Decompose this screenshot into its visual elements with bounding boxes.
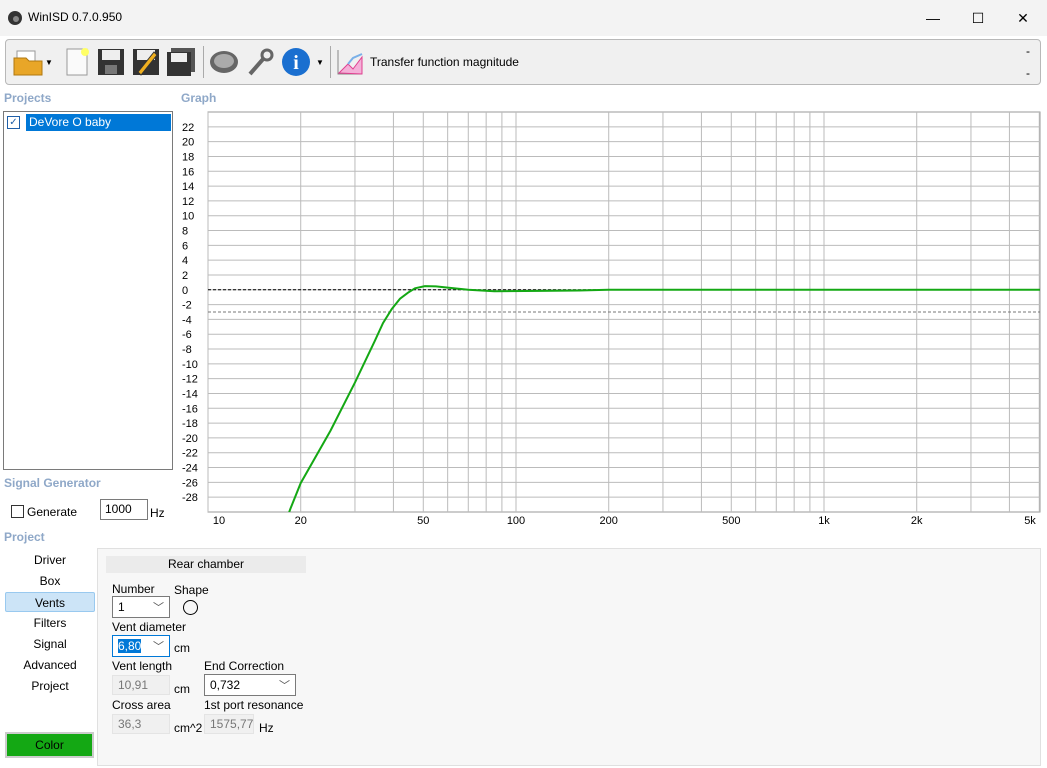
y-tick-label: 8 [182,226,188,238]
y-tick-label: 16 [182,166,194,178]
nav-vents[interactable]: Vents [5,592,95,612]
y-tick-label: 4 [182,255,188,267]
port-resonance-field: 1575,77 [204,714,254,734]
vents-panel: Rear chamber Number Shape 1 ﹀ Vent diamet… [97,548,1041,766]
y-tick-label: -14 [182,388,198,400]
chevron-down-icon: ﹀ [153,641,164,653]
number-value: 1 [118,600,125,614]
nav-advanced[interactable]: Advanced [5,655,95,675]
cross-area-label: Cross area [112,698,171,712]
x-tick-label: 5k [1024,515,1036,527]
number-label: Number [112,582,155,596]
y-tick-label: 18 [182,151,194,163]
x-tick-label: 1k [818,515,830,527]
x-tick-label: 100 [507,515,525,527]
nav-project[interactable]: Project [5,676,95,696]
y-tick-label: -20 [182,433,198,445]
shape-label: Shape [174,583,209,597]
vent-diameter-value[interactable]: 6,80 [118,639,142,653]
y-tick-label: -12 [182,374,198,386]
y-tick-label: -6 [182,329,192,341]
round-shape-icon[interactable] [183,600,198,615]
vent-length-field: 10,91 [112,675,170,695]
x-tick-label: 500 [722,515,740,527]
nav-box[interactable]: Box [5,571,95,591]
y-tick-label: 10 [182,211,194,223]
chevron-down-icon: ﹀ [279,680,290,692]
x-tick-label: 50 [417,515,429,527]
cross-area-unit: cm^2 [174,721,203,735]
y-tick-label: 12 [182,196,194,208]
x-tick-label: 10 [213,515,225,527]
number-select[interactable]: 1 ﹀ [112,596,170,618]
y-tick-label: 14 [182,181,194,193]
color-button[interactable]: Color [5,732,94,758]
y-tick-label: -2 [182,300,192,312]
vent-diameter-select[interactable]: 6,80 ﹀ [112,635,170,657]
cross-area-field: 36,3 [112,714,170,734]
length-unit: cm [174,682,190,696]
nav-driver[interactable]: Driver [5,550,95,570]
y-tick-label: 6 [182,240,188,252]
y-tick-label: 20 [182,137,194,149]
transfer-function-graph[interactable]: 2220181614121086420-2-4-6-8-10-12-14-16-… [0,0,1047,548]
y-tick-label: 2 [182,270,188,282]
y-tick-label: -22 [182,448,198,460]
port-resonance-label: 1st port resonance [204,698,304,712]
y-tick-label: 22 [182,122,194,134]
chevron-down-icon: ﹀ [153,602,164,614]
y-tick-label: -4 [182,314,192,326]
diameter-unit: cm [174,641,190,655]
nav-signal[interactable]: Signal [5,634,95,654]
y-tick-label: -18 [182,418,198,430]
y-tick-label: -24 [182,463,198,475]
x-tick-label: 200 [600,515,618,527]
vent-length-label: Vent length [112,659,173,673]
x-tick-label: 20 [295,515,307,527]
y-tick-label: -8 [182,344,192,356]
y-tick-label: -26 [182,477,198,489]
end-correction-value: 0,732 [210,678,241,692]
end-correction-label: End Correction [204,659,285,673]
y-tick-label: 0 [182,285,188,297]
y-tick-label: -16 [182,403,198,415]
x-tick-label: 2k [911,515,923,527]
nav-filters[interactable]: Filters [5,613,95,633]
vent-diameter-label: Vent diameter [112,620,187,634]
resonance-unit: Hz [259,721,274,735]
y-tick-label: -28 [182,492,198,504]
end-correction-select[interactable]: 0,732 ﹀ [204,674,296,696]
rear-chamber-header: Rear chamber [106,556,306,573]
y-tick-label: -10 [182,359,198,371]
